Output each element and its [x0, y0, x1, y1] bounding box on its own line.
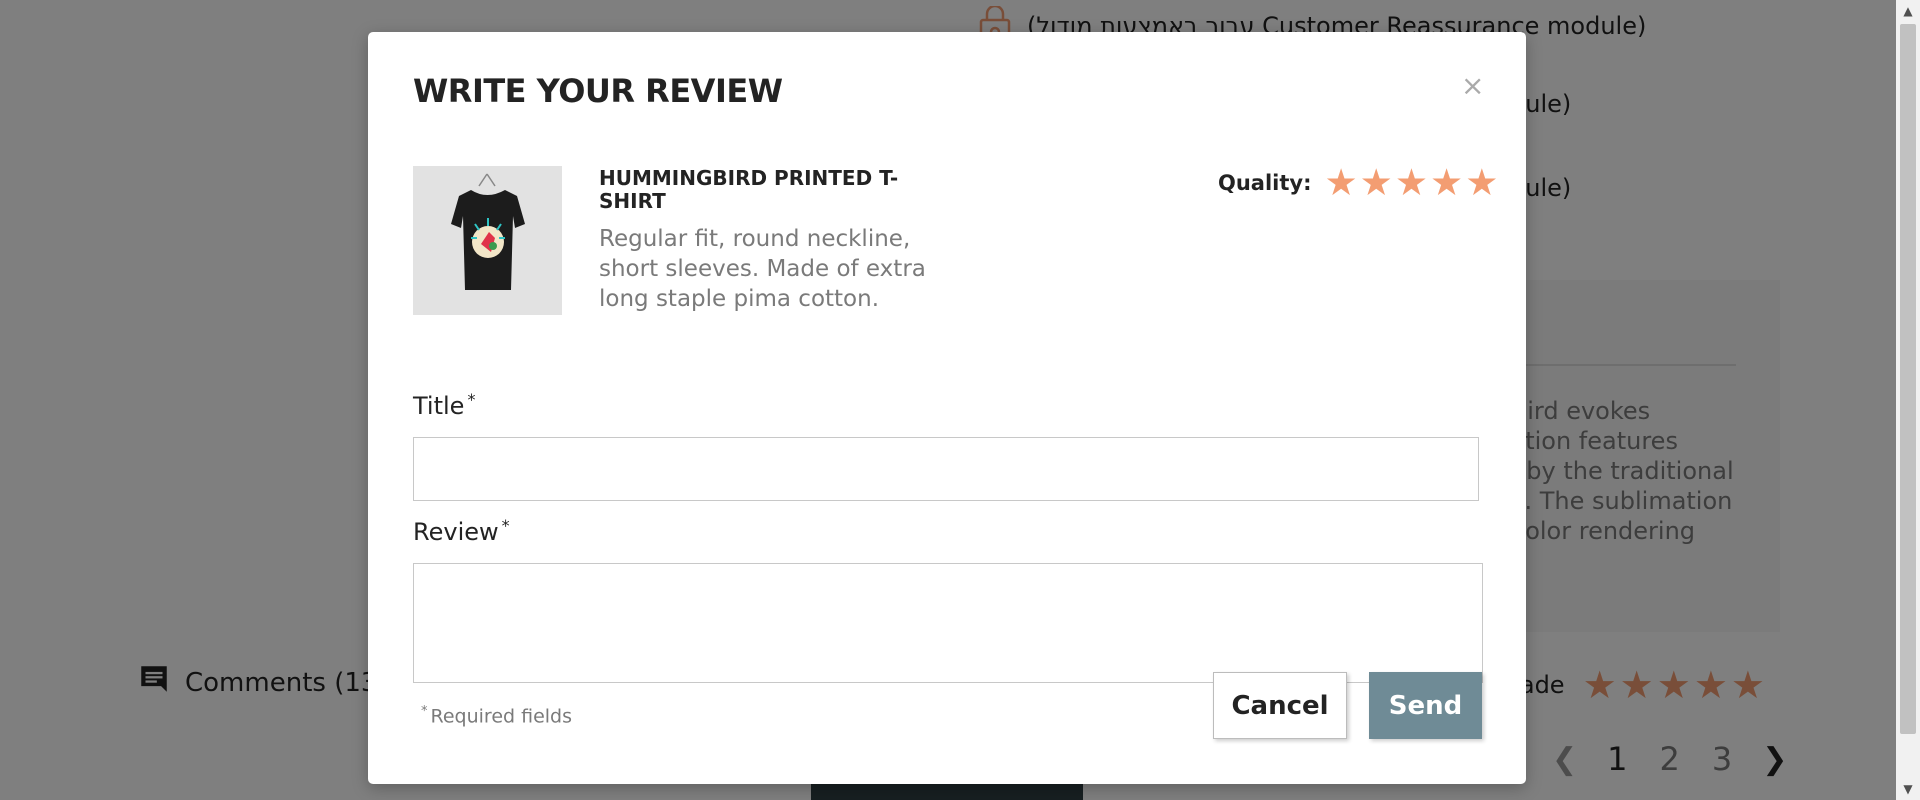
required-mark: * — [467, 390, 476, 409]
star-icon[interactable]: ★ — [1395, 164, 1428, 201]
title-input[interactable] — [413, 437, 1479, 501]
star-icon[interactable]: ★ — [1325, 164, 1358, 201]
review-textarea[interactable] — [413, 563, 1483, 683]
quality-stars: ★ ★ ★ ★ ★ — [1324, 164, 1500, 201]
required-mark: * — [501, 516, 510, 535]
review-label-text: Review — [413, 518, 499, 546]
page-scrollbar[interactable]: ▲ ▼ — [1896, 0, 1920, 800]
cancel-button[interactable]: Cancel — [1213, 672, 1347, 739]
send-button[interactable]: Send — [1369, 672, 1482, 739]
close-icon[interactable]: × — [1461, 72, 1484, 100]
quality-rating: Quality: ★ ★ ★ ★ ★ — [1218, 164, 1499, 201]
required-fields-text: Required fields — [430, 705, 573, 728]
product-name: HUMMINGBIRD PRINTED T-SHIRT — [599, 166, 899, 213]
star-icon[interactable]: ★ — [1465, 164, 1498, 201]
required-mark: * — [421, 704, 428, 719]
modal-title: WRITE YOUR REVIEW — [413, 72, 783, 110]
quality-label: Quality: — [1218, 170, 1312, 195]
scrollbar-thumb[interactable] — [1900, 24, 1916, 734]
scroll-up-icon[interactable]: ▲ — [1896, 0, 1920, 22]
title-label: Title * — [413, 390, 475, 420]
write-review-modal: WRITE YOUR REVIEW × HUMMINGBIRD PRINTED … — [368, 32, 1526, 784]
star-icon[interactable]: ★ — [1360, 164, 1393, 201]
scroll-down-icon[interactable]: ▼ — [1896, 778, 1920, 800]
review-label: Review * — [413, 516, 510, 546]
star-icon[interactable]: ★ — [1430, 164, 1463, 201]
title-label-text: Title — [413, 392, 465, 420]
required-fields-note: * Required fields — [421, 704, 572, 727]
product-description: Regular fit, round neckline, short sleev… — [599, 226, 926, 312]
product-image — [413, 166, 562, 315]
